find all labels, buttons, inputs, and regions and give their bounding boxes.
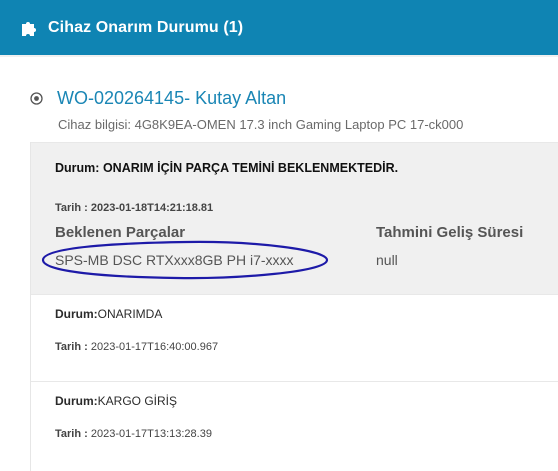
work-order-title[interactable]: WO-020264145- Kutay Altan — [57, 88, 286, 109]
date-value: 2023-01-18T14:21:18.81 — [90, 202, 214, 214]
puzzle-icon — [20, 18, 40, 38]
date-value: 2023-01-17T13:13:28.39 — [90, 428, 212, 440]
status-line: Durum: ONARIM İÇİN PARÇA TEMİNİ BEKLENME… — [55, 161, 558, 175]
status-value: ONARIMDA — [97, 307, 163, 321]
status-line: Durum:ONARIMDA — [55, 307, 558, 321]
date-label: Tarih : — [55, 428, 88, 440]
date-line: Tarih : 2023-01-17T13:13:28.39 — [55, 428, 558, 440]
status-label: Durum: — [55, 394, 98, 408]
status-line: Durum:KARGO GİRİŞ — [55, 394, 558, 408]
status-value: KARGO GİRİŞ — [97, 394, 178, 408]
date-line: Tarih : 2023-01-17T16:40:00.967 — [55, 341, 558, 353]
status-value: ONARIM İÇİN PARÇA TEMİNİ BEKLENMEKTEDİR. — [102, 161, 399, 175]
panel-title: Cihaz Onarım Durumu (1) — [48, 18, 244, 36]
status-label: Durum: — [55, 161, 100, 175]
status-entry-current: Durum: ONARIM İÇİN PARÇA TEMİNİ BEKLENME… — [31, 142, 558, 294]
date-label: Tarih : — [55, 202, 88, 214]
work-order-row[interactable]: WO-020264145- Kutay Altan — [30, 88, 286, 109]
status-entry: Durum:KARGO GİRİŞ Tarih : 2023-01-17T13:… — [31, 381, 558, 471]
parts-table-header: Beklenen Parçalar Tahmini Geliş Süresi — [55, 224, 558, 244]
date-value: 2023-01-17T16:40:00.967 — [90, 341, 219, 353]
status-timeline: Durum: ONARIM İÇİN PARÇA TEMİNİ BEKLENME… — [30, 142, 558, 471]
parts-table-row: SPS-MB DSC RTXxxx8GB PH i7-xxxx null — [41, 240, 558, 280]
device-info: Cihaz bilgisi: 4G8K9EA-OMEN 17.3 inch Ga… — [58, 117, 464, 132]
status-label: Durum: — [55, 307, 98, 321]
parts-column-header: Beklenen Parçalar — [55, 224, 186, 241]
radio-dot-icon[interactable] — [30, 92, 43, 105]
eta-column-header: Tahmini Geliş Süresi — [376, 224, 524, 241]
date-line: Tarih : 2023-01-18T14:21:18.81 — [55, 202, 558, 214]
status-entry: Durum:ONARIMDA Tarih : 2023-01-17T16:40:… — [31, 294, 558, 381]
header-divider — [0, 55, 558, 57]
part-name: SPS-MB DSC RTXxxx8GB PH i7-xxxx — [55, 252, 294, 268]
date-label: Tarih : — [55, 341, 88, 353]
panel-header: Cihaz Onarım Durumu (1) — [0, 0, 558, 55]
part-eta: null — [376, 252, 398, 268]
